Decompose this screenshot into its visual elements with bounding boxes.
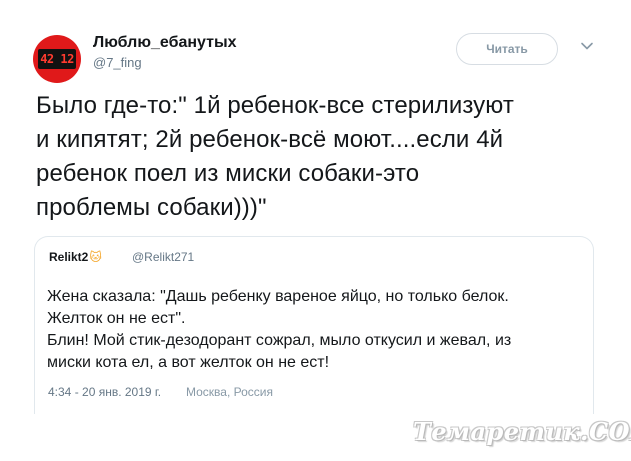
tweet-timestamp[interactable]: 4:34 - 20 янв. 2019 г. (48, 385, 161, 399)
quoted-author-name[interactable]: Relikt2🐱 (49, 250, 102, 264)
avatar[interactable]: 42 12 (33, 35, 81, 83)
quoted-tweet-text: Жена сказала: "Дашь ребенку вареное яйцо… (47, 286, 587, 374)
author-display-name[interactable]: Люблю_ебанутых (93, 34, 237, 52)
quoted-text-line: миски кота ел, а вот желток он не ест! (47, 354, 330, 371)
author-screen-name[interactable]: @7_fing (93, 55, 142, 70)
cat-icon: 🐱 (89, 250, 102, 264)
tweet-text-line: Было где-то:" 1й ребенок-все стерилизуют (36, 92, 514, 119)
tweet-text-line: проблемы собаки)))" (36, 194, 267, 221)
quoted-text-line: Блин! Мой стик-дезодорант сожрал, мыло о… (47, 332, 512, 349)
chevron-down-icon[interactable] (579, 38, 595, 54)
follow-button[interactable]: Читать (456, 33, 558, 65)
quoted-author-name-text: Relikt2 (49, 250, 89, 264)
tweet-location[interactable]: Москва, Россия (186, 385, 273, 399)
site-watermark: Темаретик.COM (413, 417, 631, 446)
avatar-clock-display: 42 12 (38, 49, 76, 69)
tweet-text: Было где-то:" 1й ребенок-все стерилизуют… (36, 89, 616, 225)
quoted-text-line: Желток он не ест". (47, 310, 186, 327)
quoted-author-handle[interactable]: @Relikt271 (132, 250, 194, 264)
tweet-text-line: ребенок поел из миски собаки-это (36, 160, 420, 187)
quoted-text-line: Жена сказала: "Дашь ребенку вареное яйцо… (47, 288, 509, 305)
tweet-card: 42 12 Люблю_ебанутых @7_fing Читать Было… (0, 0, 631, 461)
tweet-text-line: и кипятят; 2й ребенок-всё моют....если 4… (36, 126, 504, 153)
